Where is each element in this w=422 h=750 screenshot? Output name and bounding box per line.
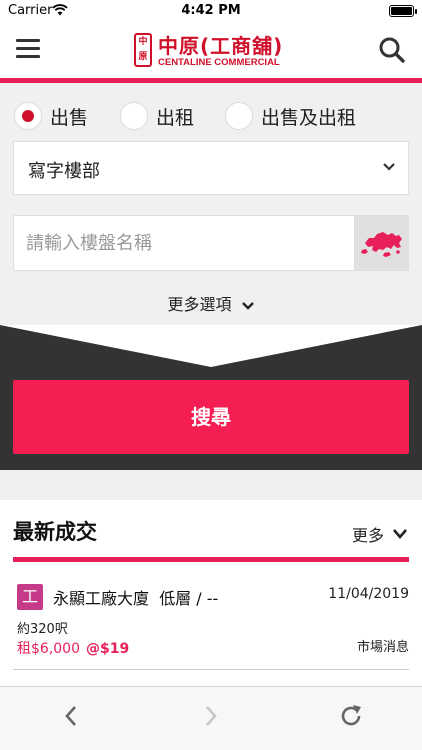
section-accent-rule <box>13 557 409 562</box>
clock-time: 4:42 PM <box>181 3 241 18</box>
chevron-left-icon <box>65 706 76 726</box>
more-label: 更多 <box>351 526 384 545</box>
transaction-source: 市場消息 <box>356 640 409 655</box>
back-button[interactable] <box>56 701 86 731</box>
logo-name-chinese: 中原(工商舖) <box>158 34 284 58</box>
header-search-button[interactable] <box>378 36 406 64</box>
transaction-title: 永顯工廠大廈 低層 / -- <box>53 585 218 609</box>
section-title: 最新成交 <box>13 520 97 544</box>
search-submit-button[interactable]: 搜尋 <box>13 380 409 454</box>
rent-price: 租$6,000 <box>17 641 80 657</box>
row-divider <box>13 669 409 670</box>
radio-checked-icon <box>14 102 42 130</box>
more-transactions-link[interactable]: 更多 <box>352 522 408 546</box>
hong-kong-map-icon <box>361 232 402 257</box>
keyword-field <box>13 215 409 271</box>
search-form: 出售 出租 出售及出租 寫字樓部 更多選項 <box>0 83 422 325</box>
transaction-date: 11/04/2019 <box>328 586 409 602</box>
hamburger-icon <box>16 39 40 42</box>
radio-sale[interactable]: 出售 <box>14 101 88 131</box>
radio-unchecked-icon <box>120 102 148 130</box>
building-name: 永顯工廠大廈 <box>53 589 150 608</box>
property-name-input[interactable] <box>14 216 354 270</box>
section-separator <box>0 470 422 500</box>
transaction-price: 租$6,000 @$19 <box>17 638 129 658</box>
magnifier-icon <box>379 37 405 63</box>
status-bar: Carrier 4:42 PM <box>0 0 422 22</box>
radio-sale-label: 出售 <box>50 106 89 129</box>
category-badge: 工 <box>17 584 43 610</box>
radio-unchecked-icon <box>225 102 253 130</box>
chevron-down-icon <box>393 529 407 539</box>
centaline-logo: 中原 中原(工商舖) CENTALINE COMMERCIAL <box>134 32 294 72</box>
reload-button[interactable] <box>336 701 366 731</box>
property-type-value: 寫字樓部 <box>28 161 100 182</box>
more-options-label: 更多選項 <box>167 295 232 314</box>
more-options-toggle[interactable]: 更多選項 <box>0 291 422 315</box>
listing-type-radio-group: 出售 出租 出售及出租 <box>14 101 414 131</box>
logo-seal: 中原 <box>134 33 152 67</box>
radio-sale-and-rent[interactable]: 出售及出租 <box>225 101 356 131</box>
chevron-down-icon <box>383 163 395 171</box>
reload-icon <box>341 705 361 726</box>
radio-rent-label: 出租 <box>156 106 195 129</box>
unit-price: @$19 <box>86 641 130 657</box>
radio-rent[interactable]: 出租 <box>120 101 194 131</box>
logo-name-english: CENTALINE COMMERCIAL <box>158 57 280 68</box>
floor-area: 約320呎 <box>17 622 68 637</box>
forward-button[interactable] <box>196 701 226 731</box>
chevron-right-icon <box>206 706 217 726</box>
floor-level: 低層 <box>159 589 192 608</box>
battery-icon <box>389 5 417 17</box>
latest-transactions-section: 最新成交 更多 工 永顯工廠大廈 低層 / -- 11/04/2019 約320… <box>0 500 422 686</box>
app-header: 中原 中原(工商舖) CENTALINE COMMERCIAL <box>0 22 422 78</box>
menu-button[interactable] <box>16 39 40 59</box>
radio-sale-and-rent-label: 出售及出租 <box>261 106 357 129</box>
map-search-button[interactable] <box>354 216 408 270</box>
property-type-select[interactable]: 寫字樓部 <box>13 141 409 195</box>
unit-label: / -- <box>196 589 219 608</box>
browser-toolbar <box>0 686 422 750</box>
chevron-down-icon <box>241 301 254 310</box>
transaction-row[interactable]: 工 永顯工廠大廈 低層 / -- 11/04/2019 約320呎 租$6,00… <box>13 572 409 670</box>
